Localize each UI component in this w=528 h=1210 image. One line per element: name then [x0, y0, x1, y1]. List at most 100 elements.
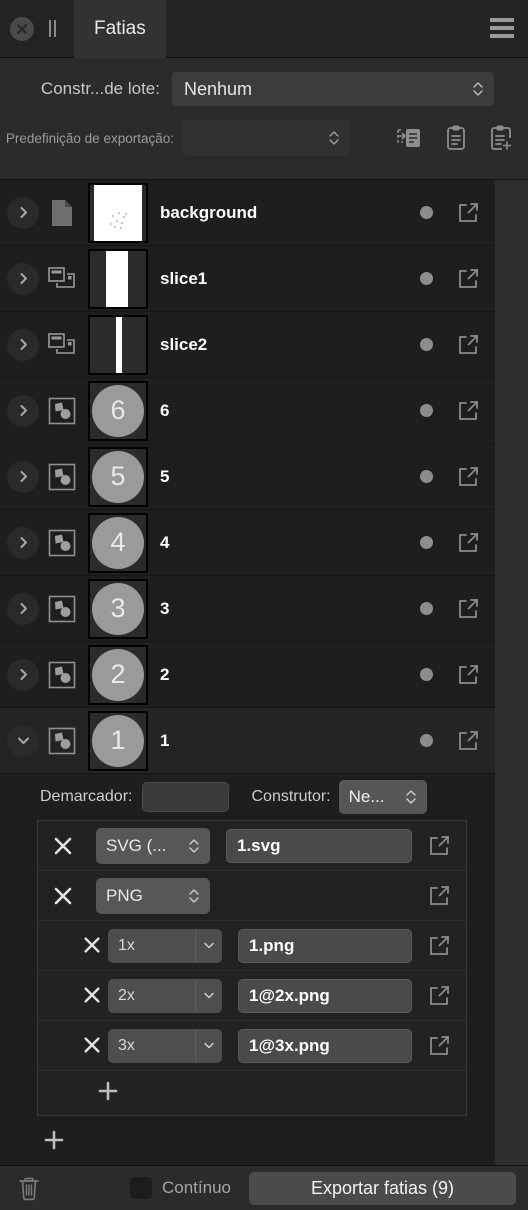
- add-scale-button[interactable]: [96, 1079, 120, 1108]
- group-shapes-icon: [45, 526, 79, 560]
- continuous-checkbox-wrap[interactable]: Contínuo: [130, 1177, 231, 1199]
- slice-icon: [45, 262, 79, 296]
- external-link-icon[interactable]: [455, 332, 481, 358]
- external-link-icon[interactable]: [426, 883, 452, 909]
- format-select[interactable]: SVG (...: [96, 827, 210, 864]
- slices-list[interactable]: background slice1 slice2 6 6 5 5 4 4 3 3 2 2 1 1 Demarc…: [0, 180, 495, 1165]
- remove-export-button[interactable]: [82, 935, 104, 957]
- chevron-down-icon[interactable]: [7, 724, 39, 757]
- scale-select[interactable]: 2x: [108, 978, 222, 1013]
- slice-row[interactable]: 55: [0, 444, 495, 510]
- format-select[interactable]: PNG: [96, 877, 210, 914]
- slice-row[interactable]: 22: [0, 642, 495, 708]
- export-slices-button[interactable]: Exportar fatias (9): [249, 1171, 516, 1205]
- filename-input[interactable]: 1@3x.png: [238, 1028, 412, 1063]
- preset-actions: [394, 122, 518, 154]
- clipboard-icon[interactable]: [440, 122, 472, 154]
- remove-export-button[interactable]: [52, 835, 74, 857]
- slice-thumbnail[interactable]: [88, 182, 148, 243]
- external-link-icon[interactable]: [426, 833, 452, 859]
- status-dot[interactable]: [420, 734, 433, 747]
- stepper-arrows-icon[interactable]: [405, 787, 417, 807]
- chevron-right-icon[interactable]: [7, 460, 39, 493]
- hamburger-menu-icon[interactable]: [488, 16, 516, 40]
- apply-preset-icon[interactable]: [394, 122, 426, 154]
- chevron-right-icon[interactable]: [7, 394, 39, 427]
- external-link-icon[interactable]: [455, 662, 481, 688]
- tab-fatias[interactable]: Fatias: [74, 0, 166, 58]
- status-dot[interactable]: [420, 470, 433, 483]
- chevron-right-icon[interactable]: [7, 592, 39, 625]
- slice-thumbnail[interactable]: 1: [88, 710, 148, 771]
- status-dot[interactable]: [420, 404, 433, 417]
- remove-export-button[interactable]: [52, 885, 74, 907]
- marker-input[interactable]: [142, 782, 230, 812]
- chevron-right-icon[interactable]: [7, 658, 39, 691]
- slice-row[interactable]: background: [0, 180, 495, 246]
- external-link-icon[interactable]: [455, 398, 481, 424]
- stepper-arrows-icon[interactable]: [328, 128, 340, 148]
- external-link-icon[interactable]: [455, 200, 481, 226]
- stepper-arrows-icon[interactable]: [472, 79, 484, 99]
- status-dot[interactable]: [420, 536, 433, 549]
- slice-row[interactable]: 44: [0, 510, 495, 576]
- status-dot[interactable]: [420, 272, 433, 285]
- slice-row[interactable]: 66: [0, 378, 495, 444]
- slice-row[interactable]: 33: [0, 576, 495, 642]
- chevron-down-icon[interactable]: [202, 938, 216, 957]
- batch-builder-select[interactable]: Nenhum: [172, 72, 494, 106]
- external-link-icon[interactable]: [455, 728, 481, 754]
- slice-row[interactable]: slice2: [0, 312, 495, 378]
- chevron-right-icon[interactable]: [7, 262, 39, 295]
- slice-thumbnail[interactable]: 6: [88, 380, 148, 441]
- clipboard-add-icon[interactable]: [486, 122, 518, 154]
- slice-thumbnail[interactable]: 5: [88, 446, 148, 507]
- status-dot[interactable]: [420, 668, 433, 681]
- slice-thumbnail[interactable]: [88, 248, 148, 309]
- slice-thumbnail[interactable]: 4: [88, 512, 148, 573]
- filename-input[interactable]: 1@2x.png: [238, 978, 412, 1013]
- external-link-icon[interactable]: [455, 596, 481, 622]
- marker-builder-row: Demarcador: Construtor: Ne...: [0, 774, 495, 820]
- status-dot[interactable]: [420, 338, 433, 351]
- chevron-right-icon[interactable]: [7, 328, 39, 361]
- filename-input[interactable]: 1.svg: [226, 828, 412, 863]
- stepper-arrows-icon[interactable]: [188, 836, 200, 856]
- slice-row[interactable]: 11: [0, 708, 495, 774]
- status-dot[interactable]: [420, 206, 433, 219]
- tab-label: Fatias: [94, 18, 146, 39]
- chevron-right-icon[interactable]: [7, 526, 39, 559]
- external-link-icon[interactable]: [426, 1033, 452, 1059]
- slice-name: 3: [160, 598, 170, 618]
- slice-thumbnail[interactable]: 2: [88, 644, 148, 705]
- slice-thumbnail[interactable]: 3: [88, 578, 148, 639]
- chevron-down-icon[interactable]: [202, 1038, 216, 1057]
- scale-select[interactable]: 3x: [108, 1028, 222, 1063]
- filename-input[interactable]: 1.png: [238, 928, 412, 963]
- grip-handle-icon[interactable]: [46, 20, 60, 38]
- external-link-icon[interactable]: [426, 983, 452, 1009]
- batch-builder-value: Nenhum: [184, 78, 253, 99]
- stepper-arrows-icon[interactable]: [188, 886, 200, 906]
- vertical-scrollbar[interactable]: [495, 180, 528, 1165]
- remove-export-button[interactable]: [82, 1035, 104, 1057]
- builder-select[interactable]: Ne...: [338, 780, 427, 814]
- slice-name: background: [160, 202, 258, 222]
- scale-select[interactable]: 1x: [108, 928, 222, 963]
- external-link-icon[interactable]: [426, 933, 452, 959]
- slice-row[interactable]: slice1: [0, 246, 495, 312]
- external-link-icon[interactable]: [455, 530, 481, 556]
- chevron-down-icon[interactable]: [202, 988, 216, 1007]
- document-icon: [45, 196, 79, 230]
- status-dot[interactable]: [420, 602, 433, 615]
- external-link-icon[interactable]: [455, 464, 481, 490]
- chevron-right-icon[interactable]: [7, 196, 39, 229]
- continuous-checkbox[interactable]: [130, 1177, 152, 1199]
- trash-icon[interactable]: [16, 1174, 42, 1202]
- export-preset-select[interactable]: [182, 120, 350, 156]
- add-export-button[interactable]: [42, 1128, 66, 1157]
- slice-thumbnail[interactable]: [88, 314, 148, 375]
- external-link-icon[interactable]: [455, 266, 481, 292]
- close-circle-icon[interactable]: [10, 17, 34, 41]
- remove-export-button[interactable]: [82, 985, 104, 1007]
